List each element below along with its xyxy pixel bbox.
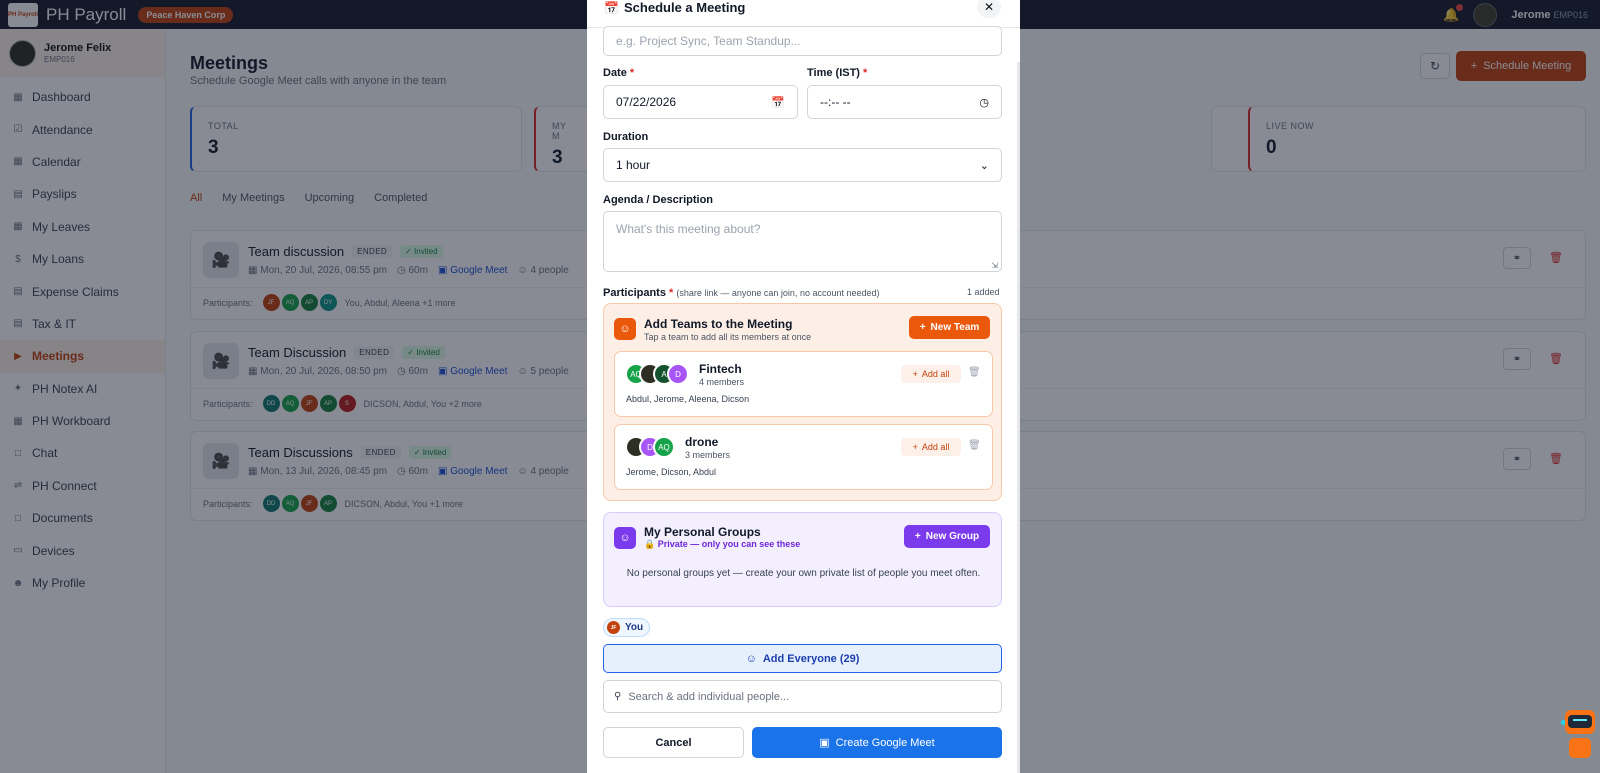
plus-icon: + [912, 442, 918, 452]
modal-scrollbar[interactable] [1017, 62, 1020, 773]
team-name: drone [685, 435, 719, 449]
users-icon: ☺ [745, 652, 757, 665]
time-label: Time (IST) * [807, 67, 868, 79]
video-icon: ▣ [819, 737, 830, 749]
calendar-icon[interactable]: 📅 [771, 96, 785, 109]
add-all-button[interactable]: + Add all [901, 365, 961, 383]
participant-chip-you[interactable]: JF You [603, 618, 651, 637]
plus-icon: + [919, 322, 926, 333]
teams-subtitle: Tap a team to add all its members at onc… [644, 332, 812, 342]
plus-icon: + [912, 369, 918, 379]
trash-icon[interactable]: 🗑 [968, 440, 981, 451]
duration-label: Duration [603, 131, 649, 143]
plus-icon: + [914, 531, 921, 542]
groups-empty-message: No personal groups yet — create your own… [626, 568, 981, 579]
bot-head [1565, 710, 1595, 734]
new-group-button[interactable]: + New Group [904, 525, 990, 548]
avatar: D [667, 363, 689, 385]
bot-visor [1568, 715, 1592, 728]
date-label: Date * [603, 67, 635, 79]
users-icon: ☺ [614, 318, 636, 340]
new-team-button[interactable]: + New Team [909, 316, 990, 339]
clock-icon[interactable]: ◷ [979, 96, 989, 109]
team-member-count: 3 members [685, 450, 731, 460]
calendar-icon: 📅 [604, 1, 619, 15]
bot-eyes [1573, 719, 1587, 721]
close-button[interactable]: ✕ [977, 0, 1001, 18]
search-icon: ⚲ [614, 691, 622, 702]
bot-body [1569, 738, 1591, 758]
agenda-label: Agenda / Description [603, 194, 714, 206]
date-input[interactable]: 07/22/2026 📅 [603, 85, 798, 119]
meeting-title-input[interactable]: e.g. Project Sync, Team Standup... [603, 26, 1002, 56]
participants-label: Participants * (share link — anyone can … [603, 287, 880, 299]
team-card[interactable]: AQ A D Fintech 4 members Abdul, Jerome, Aleen… [614, 351, 993, 417]
trash-icon[interactable]: 🗑 [968, 367, 981, 378]
teams-title: Add Teams to the Meeting [644, 317, 793, 331]
chevron-down-icon: ⌄ [979, 159, 989, 172]
agenda-textarea[interactable]: What's this meeting about? ⇲ [603, 211, 1002, 272]
avatar: JF [607, 621, 620, 634]
team-members: Abdul, Jerome, Aleena, Dicson [626, 394, 750, 404]
participants-count: 1 added [967, 287, 1000, 297]
modal-title: Schedule a Meeting [624, 0, 746, 15]
users-icon: ☺ [614, 527, 636, 549]
avatar: AQ [653, 436, 675, 458]
schedule-meeting-modal: 📅 Schedule a Meeting ✕ e.g. Project Sync… [587, 0, 1020, 773]
groups-private-note: 🔒 Private — only you can see these [644, 539, 801, 549]
resize-handle-icon[interactable]: ⇲ [991, 261, 998, 270]
assistant-bot-icon[interactable] [1561, 706, 1599, 770]
teams-section: ☺ Add Teams to the Meeting Tap a team to… [603, 303, 1002, 501]
cancel-button[interactable]: Cancel [603, 727, 744, 758]
time-input[interactable]: --:-- -- ◷ [807, 85, 1002, 119]
groups-title: My Personal Groups [644, 525, 761, 539]
team-members: Jerome, Dicson, Abdul [626, 467, 717, 477]
modal-header: 📅 Schedule a Meeting ✕ [587, 0, 1020, 28]
team-name: Fintech [699, 362, 742, 376]
add-everyone-button[interactable]: ☺ Add Everyone (29) [603, 644, 1002, 673]
team-member-count: 4 members [699, 377, 745, 387]
duration-select[interactable]: 1 hour ⌄ [603, 148, 1002, 182]
search-people-input[interactable]: ⚲ Search & add individual people... [603, 680, 1002, 713]
close-icon: ✕ [983, 0, 995, 14]
team-card[interactable]: D AQ drone 3 members Jerome, Dicson, Abdul + A… [614, 424, 993, 490]
create-google-meet-button[interactable]: ▣ Create Google Meet [752, 727, 1002, 758]
personal-groups-section: ☺ My Personal Groups 🔒 Private — only yo… [603, 512, 1002, 607]
add-all-button[interactable]: + Add all [901, 438, 961, 456]
